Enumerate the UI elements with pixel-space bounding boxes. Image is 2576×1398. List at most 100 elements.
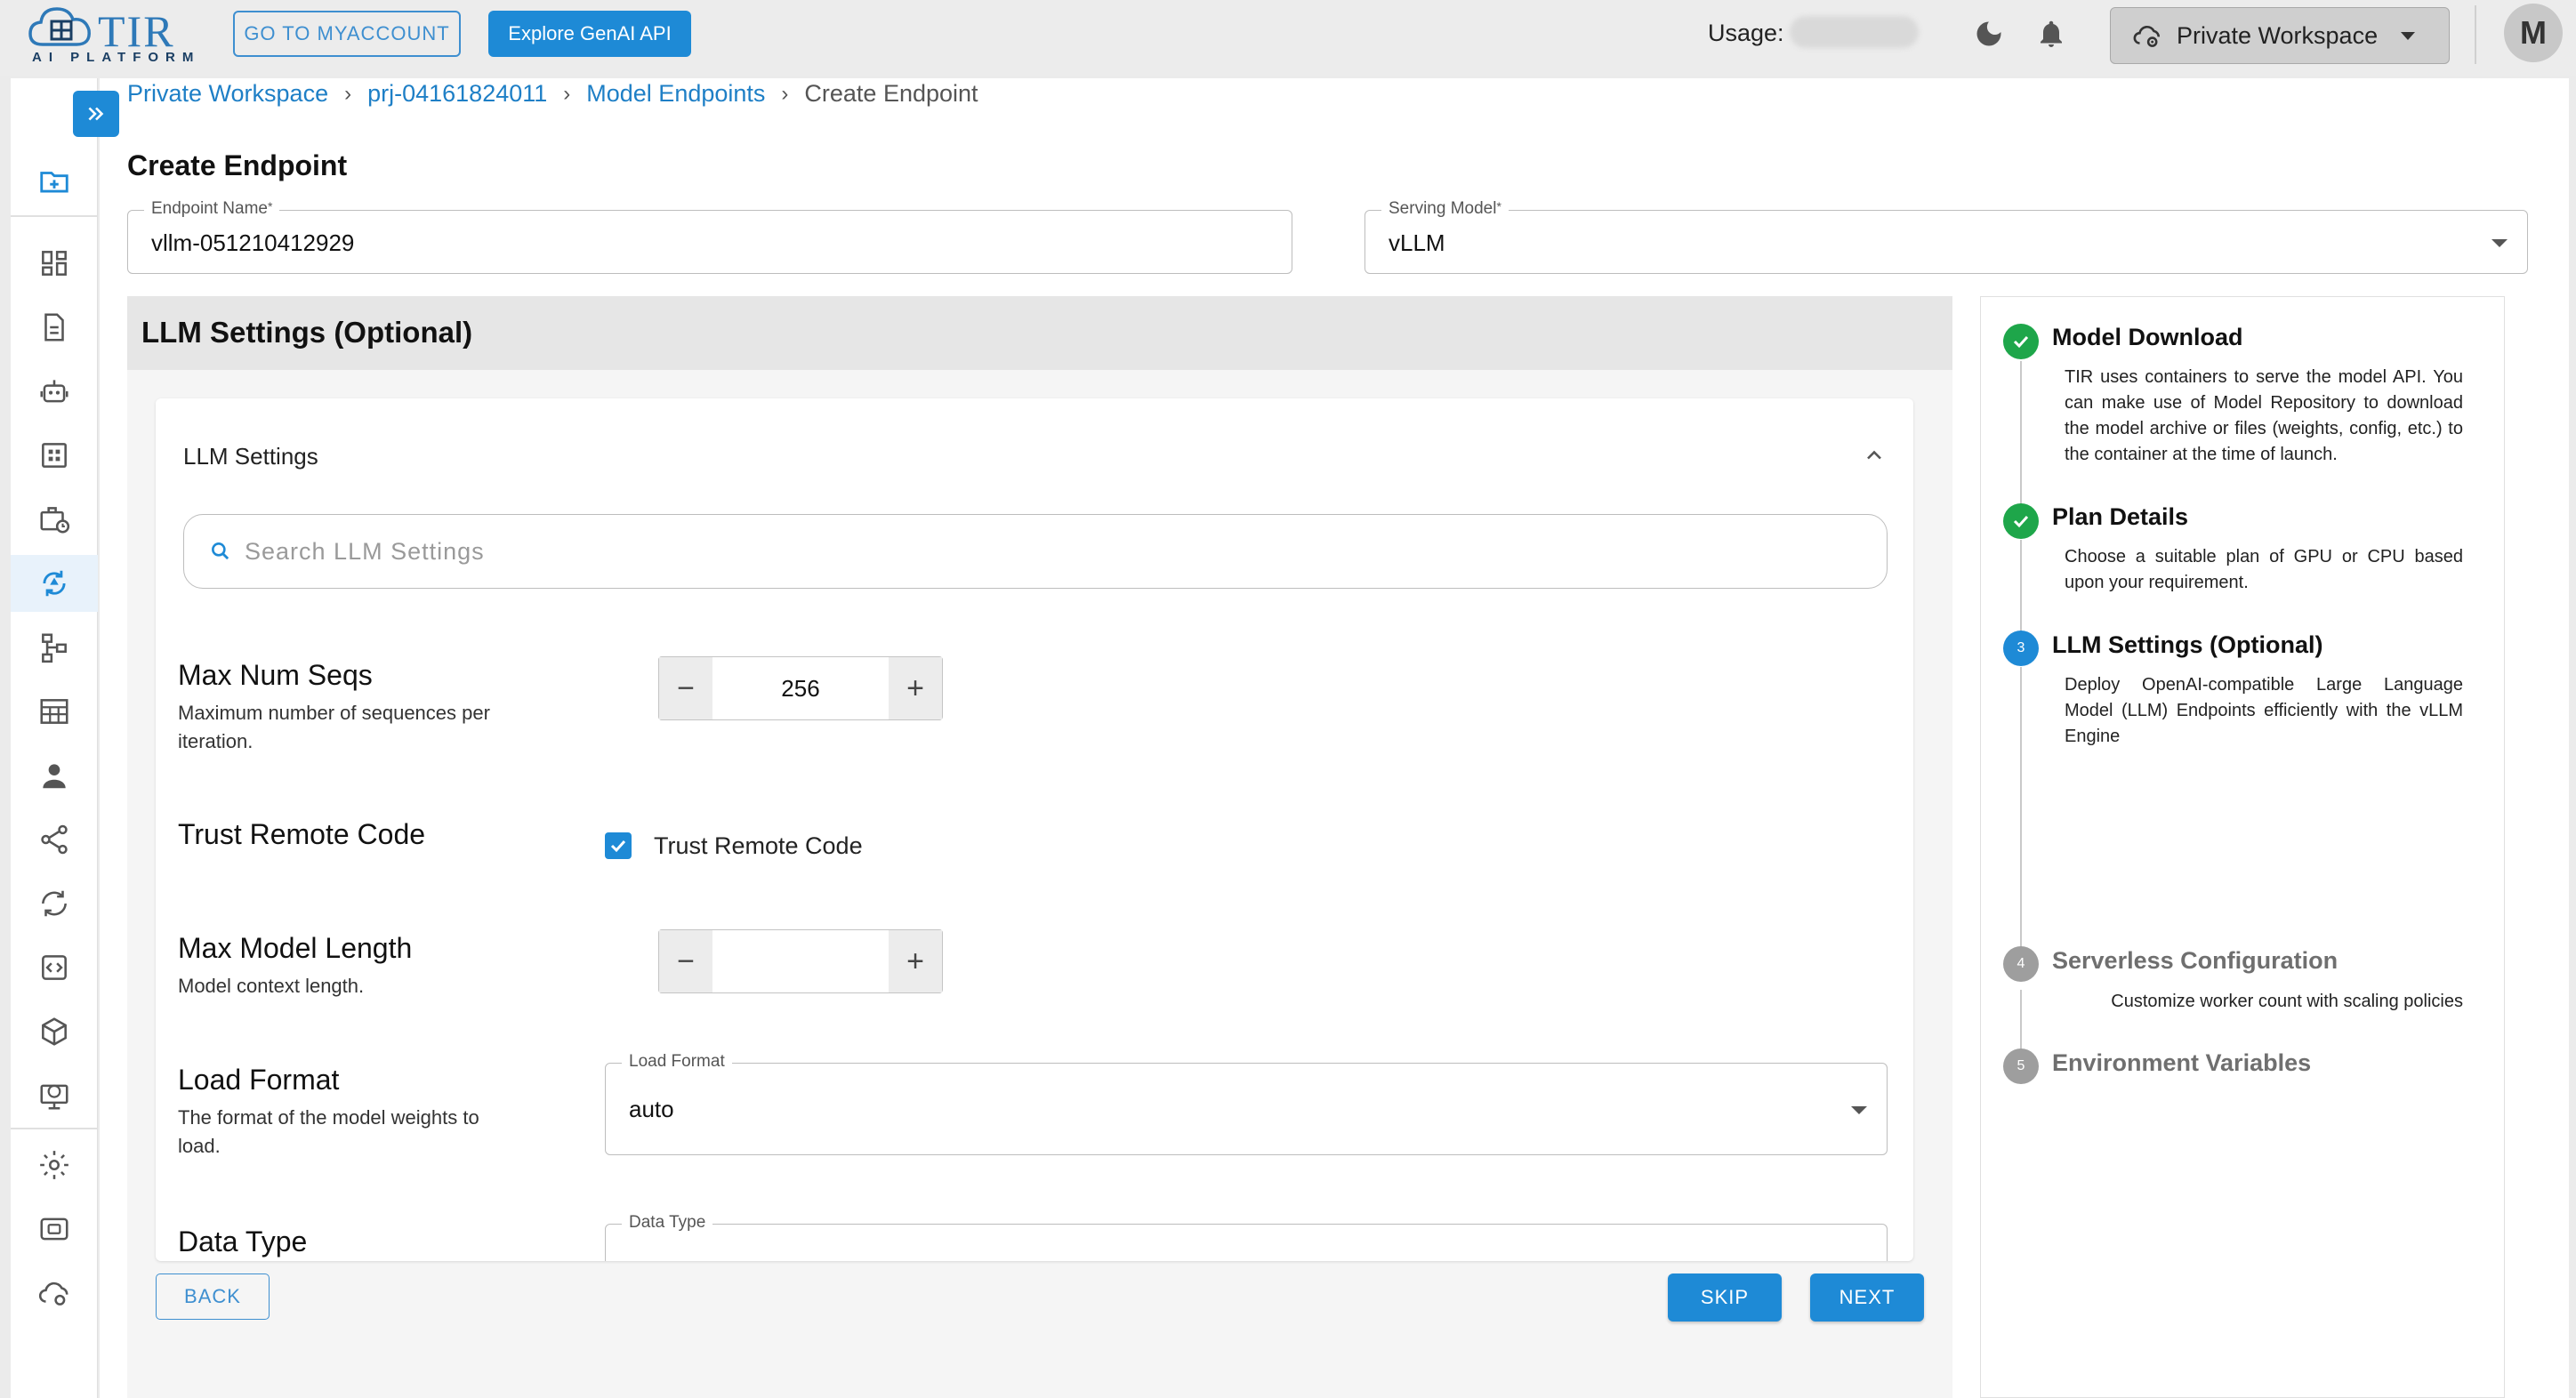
skip-button[interactable]: SKIP xyxy=(1668,1273,1782,1322)
max-model-length-desc: Model context length. xyxy=(178,975,365,997)
chevron-down-icon xyxy=(2401,31,2416,40)
data-type-select[interactable]: Data Type xyxy=(605,1213,1888,1261)
llm-settings-header: LLM Settings (Optional) xyxy=(127,296,1952,370)
top-bar: TIR AI PLATFORM GO TO MYACCOUNT Explore … xyxy=(0,0,2576,76)
sidebar-item-users[interactable] xyxy=(11,747,98,804)
step-number-badge: 5 xyxy=(2003,1048,2039,1084)
step-desc-plan-details: Choose a suitable plan of GPU or CPU bas… xyxy=(2065,547,2463,592)
load-format-label: Load Format xyxy=(622,1052,732,1072)
wallet-icon xyxy=(40,1217,68,1241)
max-num-seqs-stepper[interactable]: − 256 + xyxy=(658,656,943,720)
cloud-logo-icon xyxy=(28,7,91,46)
double-chevron-right-icon xyxy=(88,107,104,121)
code-box-icon xyxy=(42,955,67,980)
sidebar-divider xyxy=(11,215,98,217)
back-button[interactable]: BACK xyxy=(156,1273,270,1320)
sidebar-item-models[interactable] xyxy=(11,1003,98,1060)
sidebar-item-settings[interactable] xyxy=(11,1137,98,1193)
sidebar-item-sync[interactable] xyxy=(11,875,98,932)
checkmark-icon xyxy=(610,840,626,853)
sidebar-item-integrations[interactable] xyxy=(11,811,98,868)
ip-monitor-icon xyxy=(40,1084,68,1110)
settings-icon xyxy=(40,1151,68,1179)
max-num-seqs-value[interactable]: 256 xyxy=(712,657,889,719)
step-complete-check-icon xyxy=(2003,503,2039,539)
trust-remote-code-checkbox[interactable] xyxy=(605,832,632,859)
load-format-select[interactable]: Load Format auto xyxy=(605,1052,1888,1155)
sidebar-item-model-endpoints[interactable] xyxy=(11,555,98,612)
sidebar-item-ip[interactable] xyxy=(11,1067,98,1124)
sidebar-item-training[interactable] xyxy=(11,491,98,548)
model-endpoints-icon xyxy=(43,570,66,597)
endpoint-name-field[interactable]: Endpoint Name* vllm-051210412929 xyxy=(127,199,1292,274)
workspace-selector[interactable]: Private Workspace xyxy=(2110,7,2450,64)
increment-button[interactable]: + xyxy=(889,657,942,719)
step-number-badge: 3 xyxy=(2003,631,2039,666)
workspace-label: Private Workspace xyxy=(2177,21,2379,49)
document-icon xyxy=(44,313,64,341)
sidebar-item-apps[interactable] xyxy=(11,427,98,484)
trust-remote-code-label[interactable]: Trust Remote Code xyxy=(654,832,863,860)
explore-genai-api-button[interactable]: Explore GenAI API xyxy=(488,11,691,57)
sidebar-item-notebooks[interactable] xyxy=(11,363,98,420)
sidebar-divider xyxy=(11,1128,98,1129)
progress-stepper-panel: Model Download TIR uses containers to se… xyxy=(1980,296,2505,1398)
sidebar-item-new-project[interactable] xyxy=(11,153,98,210)
step-title-serverless-configuration: Serverless Configuration xyxy=(2052,947,2339,974)
data-type-title: Data Type xyxy=(178,1225,308,1257)
serving-model-select[interactable]: Serving Model* vLLM xyxy=(1364,199,2528,274)
breadcrumb-private-workspace[interactable]: Private Workspace xyxy=(127,80,328,108)
sidebar-item-documents[interactable] xyxy=(11,299,98,356)
search-input[interactable] xyxy=(245,537,1757,566)
dark-mode-moon-icon[interactable] xyxy=(1973,18,2005,50)
max-model-length-value[interactable] xyxy=(712,930,889,992)
max-model-length-stepper[interactable]: − + xyxy=(658,929,943,993)
breadcrumb-separator: › xyxy=(563,81,571,106)
breadcrumb-separator: › xyxy=(344,81,352,106)
notification-bell-icon[interactable] xyxy=(2035,18,2067,50)
share-nodes-icon xyxy=(41,824,68,855)
step-title-environment-variables: Environment Variables xyxy=(2052,1049,2312,1076)
endpoint-name-value: vllm-051210412929 xyxy=(151,229,355,256)
chevron-up-icon[interactable] xyxy=(1862,443,1887,468)
decrement-button[interactable]: − xyxy=(659,930,712,992)
cloud-settings-icon xyxy=(38,1282,68,1306)
cube-icon xyxy=(42,1017,67,1046)
breadcrumb-model-endpoints[interactable]: Model Endpoints xyxy=(586,80,765,108)
grid-icon xyxy=(42,443,67,468)
decrement-button[interactable]: − xyxy=(659,657,712,719)
next-button[interactable]: NEXT xyxy=(1810,1273,1924,1322)
user-avatar[interactable]: M xyxy=(2504,4,2563,62)
sidebar-item-datasets[interactable] xyxy=(11,683,98,740)
sidebar-item-code[interactable] xyxy=(11,939,98,996)
max-num-seqs-title: Max Num Seqs xyxy=(178,659,373,691)
step-title-plan-details: Plan Details xyxy=(2052,503,2189,530)
sync-icon xyxy=(42,890,67,917)
dropdown-arrow-icon xyxy=(2491,239,2508,247)
load-format-title: Load Format xyxy=(178,1064,340,1096)
pipeline-icon xyxy=(42,633,67,663)
step-complete-check-icon xyxy=(2003,324,2039,359)
sidebar-item-billing[interactable] xyxy=(11,1201,98,1257)
logo-subtitle: AI PLATFORM xyxy=(32,50,201,65)
robot-icon xyxy=(40,380,68,403)
increment-button[interactable]: + xyxy=(889,930,942,992)
breadcrumb-project[interactable]: prj-04161824011 xyxy=(367,80,547,108)
new-folder-icon xyxy=(40,172,68,193)
llm-settings-section-title: LLM Settings (Optional) xyxy=(141,316,473,349)
breadcrumb: Private Workspace › prj-04161824011 › Mo… xyxy=(127,80,978,108)
llm-settings-section: LLM Settings (Optional) LLM Settings Max… xyxy=(127,296,1952,1398)
llm-settings-card: LLM Settings Max Num Seqs Maximum number… xyxy=(156,398,1913,1261)
briefcase-clock-icon xyxy=(40,507,70,534)
sidebar-item-pipelines[interactable] xyxy=(11,619,98,676)
tir-logo[interactable]: TIR AI PLATFORM xyxy=(27,4,196,71)
expand-sidebar-button[interactable] xyxy=(73,91,119,137)
go-to-myaccount-button[interactable]: GO TO MYACCOUNT xyxy=(233,11,461,57)
user-badge-icon xyxy=(43,764,66,789)
data-type-label: Data Type xyxy=(622,1213,713,1233)
search-llm-settings[interactable] xyxy=(183,514,1888,589)
llm-settings-card-title[interactable]: LLM Settings xyxy=(183,443,318,470)
sidebar-item-dashboard[interactable] xyxy=(11,235,98,292)
sidebar-item-cloud-settings[interactable] xyxy=(11,1265,98,1322)
max-model-length-title: Max Model Length xyxy=(178,932,413,964)
